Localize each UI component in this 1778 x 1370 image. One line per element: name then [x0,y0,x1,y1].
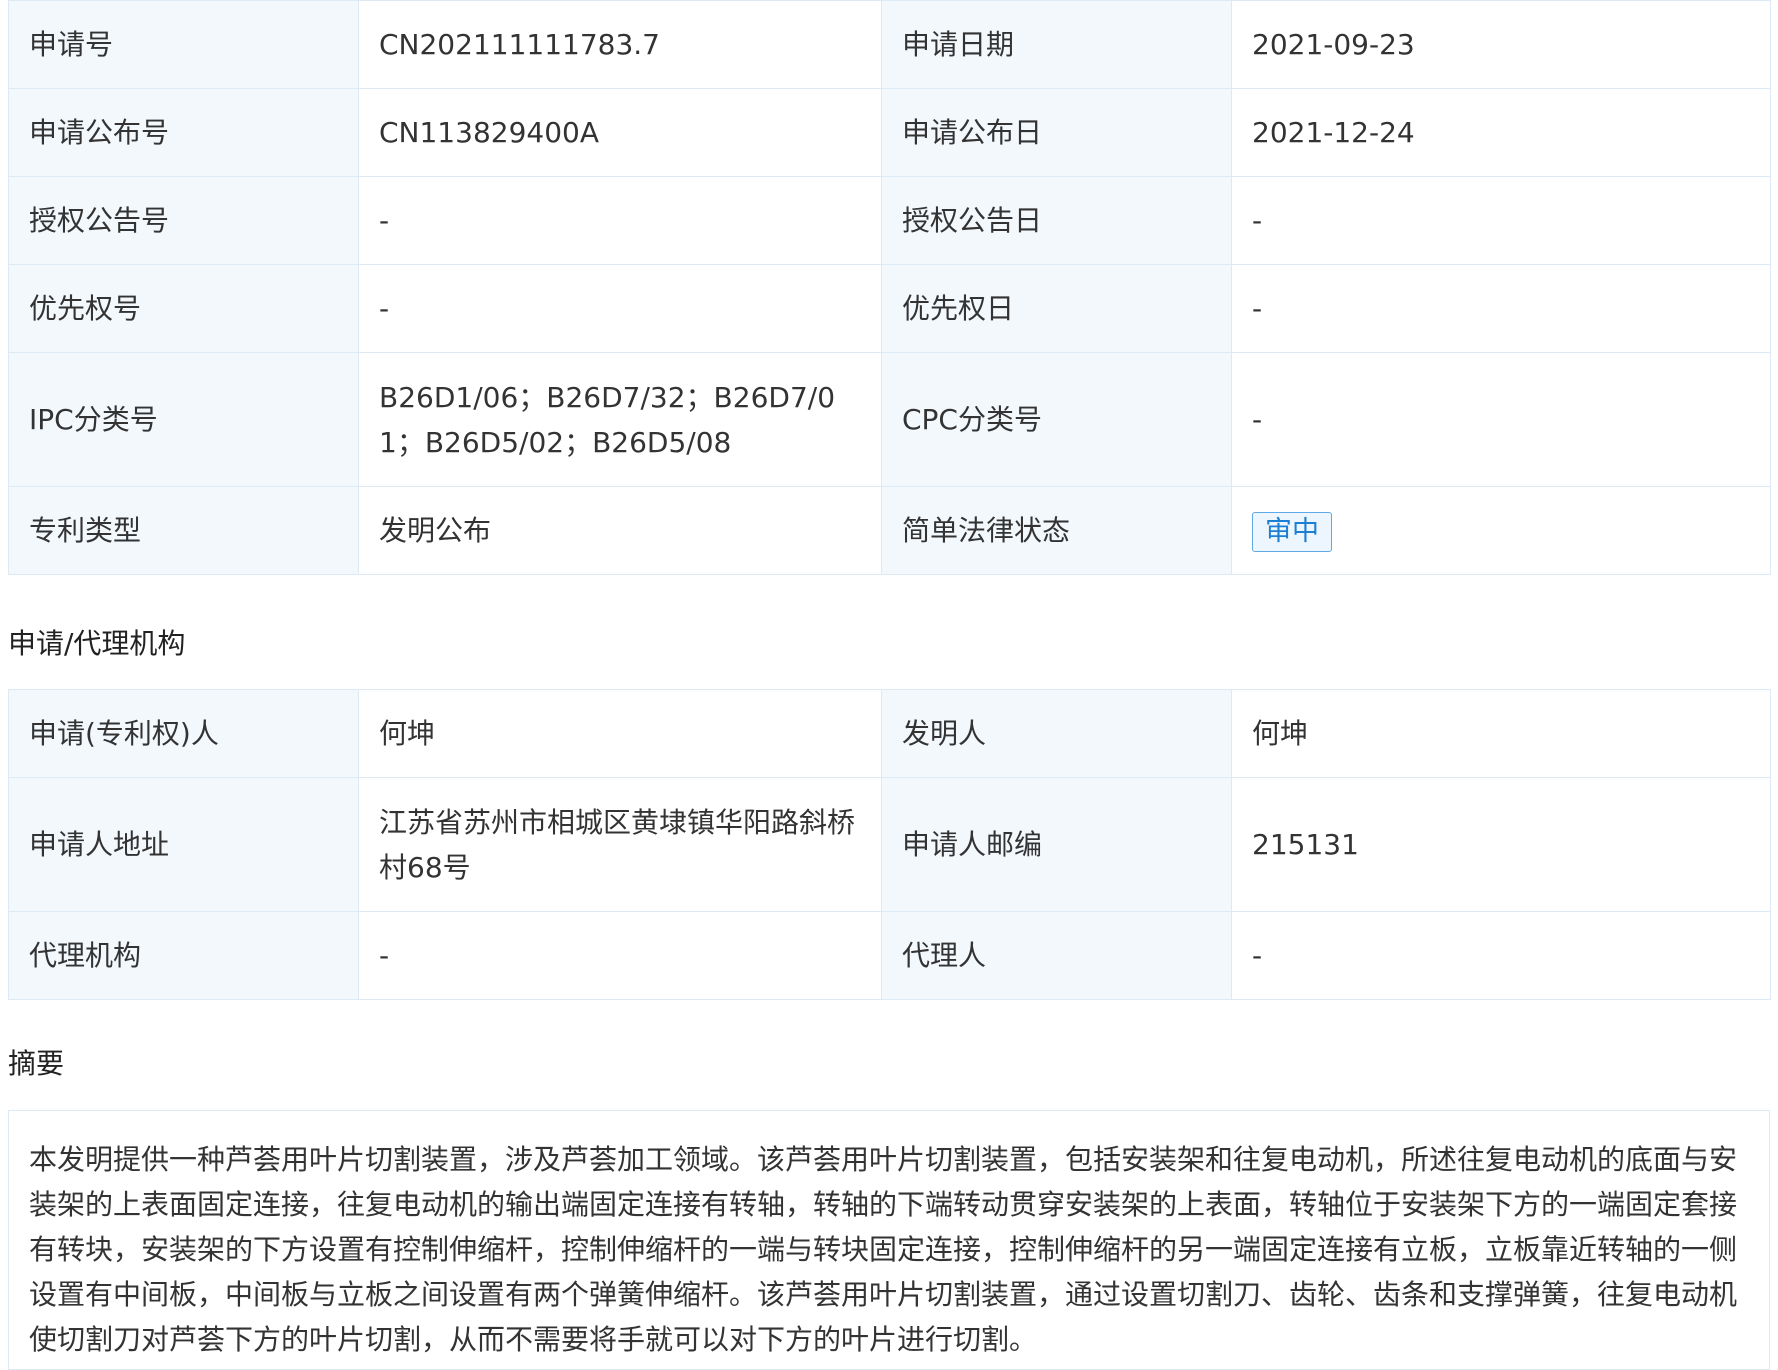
table-row: 申请(专利权)人 何坤 发明人 何坤 [8,689,1771,778]
field-value: 何坤 [358,689,882,778]
field-label: 优先权号 [8,264,359,353]
abstract-text: 本发明提供一种芦荟用叶片切割装置，涉及芦荟加工领域。该芦荟用叶片切割装置，包括安… [29,1143,1738,1356]
field-label: 简单法律状态 [881,486,1232,575]
field-label: 申请公布号 [8,88,359,177]
section-title-agency: 申请/代理机构 [8,627,186,660]
table-row: 申请公布号 CN113829400A 申请公布日 2021-12-24 [8,88,1771,177]
field-value: - [1231,911,1771,1000]
table-row: 专利类型 发明公布 简单法律状态 审中 [8,486,1771,575]
field-label: 申请人地址 [8,777,359,912]
field-label: 申请公布日 [881,88,1232,177]
abstract-box: 本发明提供一种芦荟用叶片切割装置，涉及芦荟加工领域。该芦荟用叶片切割装置，包括安… [8,1110,1770,1370]
field-label: 申请日期 [881,0,1232,89]
field-value: 215131 [1231,777,1771,912]
field-value: - [358,176,882,265]
section-title-abstract: 摘要 [8,1047,65,1080]
field-label: IPC分类号 [8,352,359,487]
field-label: 申请人邮编 [881,777,1232,912]
field-label: 优先权日 [881,264,1232,353]
legal-status-badge: 审中 [1252,512,1332,552]
field-value: - [358,911,882,1000]
field-label: 代理人 [881,911,1232,1000]
field-value: - [1231,352,1771,487]
field-label: 授权公告号 [8,176,359,265]
field-label: 授权公告日 [881,176,1232,265]
legal-status-cell: 审中 [1231,486,1771,575]
field-label: 发明人 [881,689,1232,778]
field-label: CPC分类号 [881,352,1232,487]
field-value: - [1231,264,1771,353]
field-value: CN113829400A [358,88,882,177]
field-value: 2021-09-23 [1231,0,1771,89]
field-value: 发明公布 [358,486,882,575]
table-row: 申请号 CN202111111783.7 申请日期 2021-09-23 [8,0,1771,89]
agency-table: 申请(专利权)人 何坤 发明人 何坤 申请人地址 江苏省苏州市相城区黄埭镇华阳路… [8,689,1771,1000]
field-value: - [1231,176,1771,265]
field-value: - [358,264,882,353]
table-row: 申请人地址 江苏省苏州市相城区黄埭镇华阳路斜桥村68号 申请人邮编 215131 [8,777,1771,912]
table-row: 优先权号 - 优先权日 - [8,264,1771,353]
field-label: 申请号 [8,0,359,89]
field-label: 代理机构 [8,911,359,1000]
table-row: IPC分类号 B26D1/06；B26D7/32；B26D7/01；B26D5/… [8,352,1771,487]
field-value: B26D1/06；B26D7/32；B26D7/01；B26D5/02；B26D… [358,352,882,487]
field-value: CN202111111783.7 [358,0,882,89]
field-value: 江苏省苏州市相城区黄埭镇华阳路斜桥村68号 [358,777,882,912]
field-label: 专利类型 [8,486,359,575]
field-value: 2021-12-24 [1231,88,1771,177]
basic-info-table: 申请号 CN202111111783.7 申请日期 2021-09-23 申请公… [8,0,1771,575]
table-row: 授权公告号 - 授权公告日 - [8,176,1771,265]
table-row: 代理机构 - 代理人 - [8,911,1771,1000]
field-label: 申请(专利权)人 [8,689,359,778]
field-value: 何坤 [1231,689,1771,778]
